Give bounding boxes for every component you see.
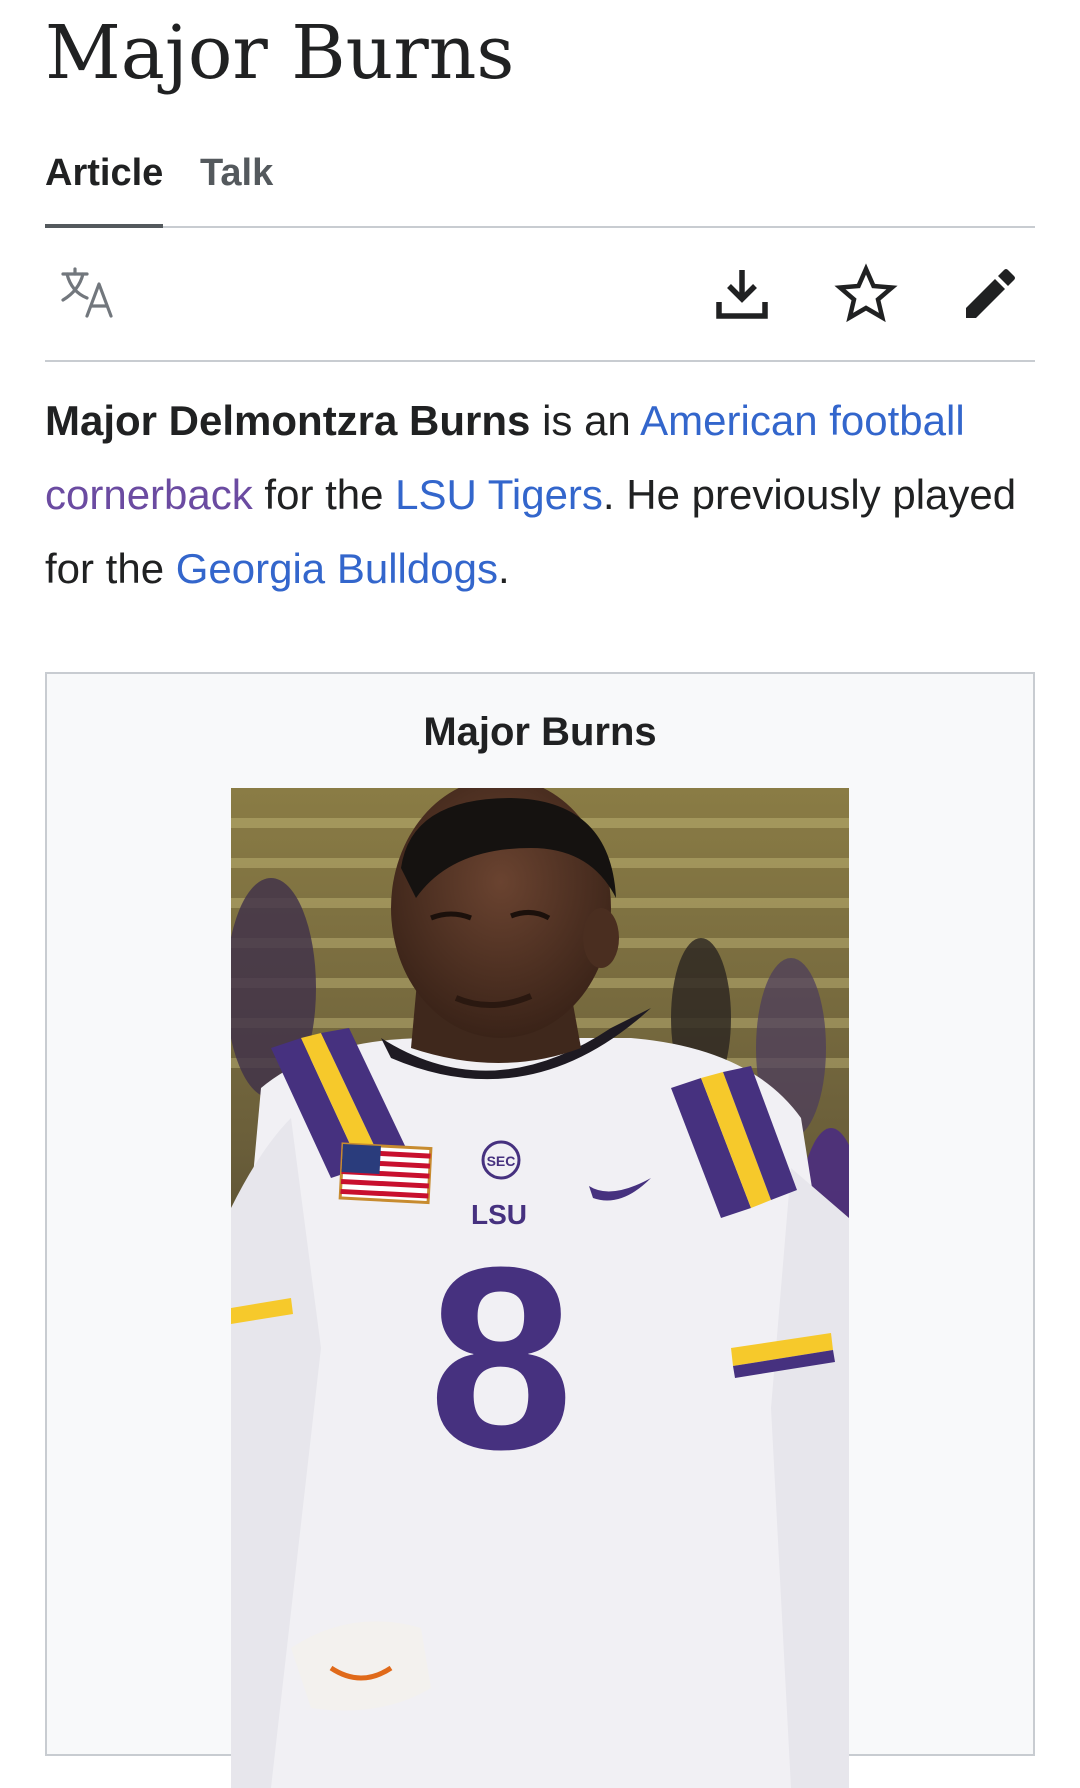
lead-text: is an [530, 397, 641, 444]
tab-talk[interactable]: Talk [200, 152, 273, 224]
infobox: Major Burns SEC LSU 8 [45, 672, 1035, 1788]
lead-text: for the [252, 471, 396, 518]
lead-paragraph: Major Delmontzra Burns is an American fo… [45, 384, 1035, 606]
link-cornerback[interactable]: cornerback [45, 471, 253, 518]
page-title: Major Burns [45, 10, 515, 96]
star-icon[interactable] [834, 262, 898, 326]
download-icon[interactable] [710, 262, 774, 326]
edit-pencil-icon[interactable] [958, 262, 1022, 326]
jersey-number: 8 [429, 1214, 574, 1504]
sec-patch-text: SEC [487, 1153, 516, 1169]
lead-text: . [497, 545, 510, 592]
link-georgia-bulldogs[interactable]: Georgia Bulldogs [176, 545, 498, 592]
page-actions-toolbar [45, 228, 1035, 362]
link-american-football[interactable]: American football [640, 397, 965, 444]
page-tabs: Article Talk [45, 140, 1035, 228]
subject-name: Major Delmontzra Burns [45, 397, 531, 444]
player-photo[interactable]: SEC LSU 8 [231, 788, 849, 1788]
infobox-title: Major Burns [423, 710, 657, 754]
tab-article[interactable]: Article [45, 152, 164, 228]
language-icon[interactable] [57, 262, 121, 326]
link-lsu-tigers[interactable]: LSU Tigers [395, 471, 603, 518]
